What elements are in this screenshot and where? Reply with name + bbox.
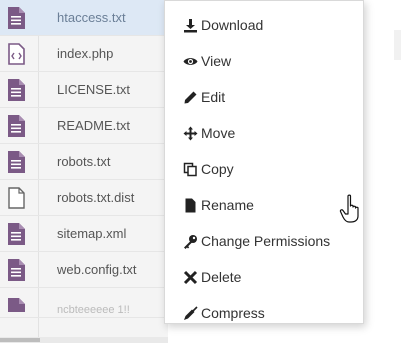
file-name: web.config.txt	[57, 262, 137, 277]
download-icon	[182, 17, 198, 33]
text-file-icon	[8, 298, 25, 312]
scrollbar-thumb[interactable]	[0, 338, 40, 342]
file-name: robots.txt	[57, 154, 111, 169]
text-file-icon	[8, 79, 25, 101]
menu-item-compress[interactable]: Compress	[165, 295, 363, 331]
menu-label: Change Permissions	[201, 233, 331, 249]
menu-item-delete[interactable]: Delete	[165, 259, 363, 295]
context-menu: Download View Edit Move Copy Rename Chan…	[164, 0, 364, 324]
hand-pointer-cursor-icon	[339, 194, 365, 224]
menu-item-copy[interactable]: Copy	[165, 151, 363, 187]
menu-item-edit[interactable]: Edit	[165, 79, 363, 115]
horizontal-scrollbar[interactable]	[0, 337, 168, 343]
text-file-icon	[8, 259, 25, 281]
file-name: ncbteeeeee 1!!	[57, 304, 130, 316]
file-name: robots.txt.dist	[57, 190, 135, 205]
key-icon	[182, 233, 198, 249]
move-arrows-icon	[182, 125, 198, 141]
text-file-icon	[8, 115, 25, 137]
file-row-partial[interactable]: ncbteeeeee 1!!	[0, 288, 168, 318]
compress-icon	[182, 305, 198, 321]
file-name: README.txt	[57, 118, 130, 133]
menu-label: Copy	[201, 161, 234, 177]
menu-item-move[interactable]: Move	[165, 115, 363, 151]
file-list: htaccess.txt index.php LICENSE.txt READM…	[0, 0, 168, 343]
file-row-license[interactable]: LICENSE.txt	[0, 72, 168, 108]
menu-item-view[interactable]: View	[165, 43, 363, 79]
file-row-robots[interactable]: robots.txt	[0, 144, 168, 180]
file-icon	[182, 197, 198, 213]
file-row-webconfig[interactable]: web.config.txt	[0, 252, 168, 288]
file-name: htaccess.txt	[57, 10, 126, 25]
menu-item-rename[interactable]: Rename	[165, 187, 363, 223]
text-file-icon	[8, 7, 25, 29]
file-row-index[interactable]: index.php	[0, 36, 168, 72]
file-row-htaccess[interactable]: htaccess.txt	[0, 0, 168, 36]
menu-label: Rename	[201, 197, 254, 213]
text-file-icon	[8, 151, 25, 173]
menu-item-change-permissions[interactable]: Change Permissions	[165, 223, 363, 259]
code-file-icon	[8, 43, 25, 65]
menu-label: View	[201, 53, 232, 69]
file-row-sitemap[interactable]: sitemap.xml	[0, 216, 168, 252]
file-row-robots-dist[interactable]: robots.txt.dist	[0, 180, 168, 216]
file-name: sitemap.xml	[57, 226, 127, 241]
menu-label: Download	[201, 17, 264, 33]
background-panel-edge	[394, 30, 401, 60]
file-name: index.php	[57, 46, 114, 61]
menu-label: Delete	[201, 269, 242, 285]
menu-item-download[interactable]: Download	[165, 7, 363, 43]
copy-icon	[182, 161, 198, 177]
text-file-icon	[8, 223, 25, 245]
x-icon	[182, 269, 198, 285]
file-name: LICENSE.txt	[57, 82, 130, 97]
menu-label: Compress	[201, 305, 265, 321]
file-row-readme[interactable]: README.txt	[0, 108, 168, 144]
pencil-icon	[182, 89, 198, 105]
eye-icon	[182, 53, 198, 69]
menu-label: Edit	[201, 89, 226, 105]
menu-label: Move	[201, 125, 236, 141]
blank-file-icon	[8, 187, 25, 209]
